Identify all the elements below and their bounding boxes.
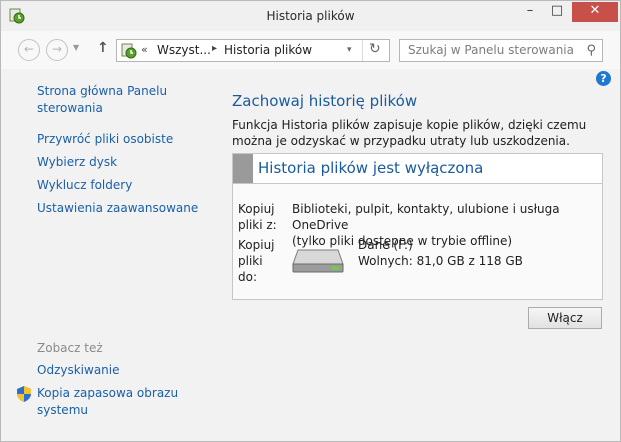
search-input[interactable]: Szukaj w Panelu sterowania — [408, 43, 574, 57]
navigation-bar: ← → ▼ ↑ « Wszyst... ▸ Historia plików ▾ … — [1, 31, 620, 69]
sidebar-control-panel-home[interactable]: Strona główna Panelu sterowania — [37, 83, 167, 117]
search-icon[interactable]: ⚲ — [586, 43, 596, 58]
address-overflow[interactable]: « — [141, 43, 148, 56]
sidebar-item-restore-files[interactable]: Przywróć pliki osobiste — [37, 131, 173, 148]
breadcrumb-separator[interactable]: ▸ — [212, 43, 217, 54]
drive-info: Dane (F:) Wolnych: 81,0 GB z 118 GB — [358, 237, 523, 269]
address-divider — [362, 40, 363, 61]
copy-to-label-line3: do: — [238, 270, 258, 284]
copy-to-label-line2: pliki — [238, 254, 263, 268]
sidebar-item-recovery[interactable]: Odzyskiwanie — [37, 362, 120, 379]
copy-from-label: Kopiuj pliki z: — [238, 201, 277, 233]
recent-dropdown-icon[interactable]: ▼ — [73, 43, 79, 52]
minimize-button[interactable]: – — [516, 2, 544, 22]
sidebar-item-system-image-backup[interactable]: Kopia zapasowa obrazu systemu — [37, 385, 178, 419]
copy-from-label-line2: pliki z: — [238, 218, 277, 232]
copy-to-label: Kopiuj pliki do: — [238, 237, 275, 285]
status-title: Historia plików jest wyłączona — [258, 159, 484, 177]
drive-icon — [292, 249, 344, 273]
page-description: Funkcja Historia plików zapisuje kopie p… — [232, 118, 587, 148]
address-dropdown-icon[interactable]: ▾ — [347, 45, 352, 55]
shield-icon — [17, 386, 31, 402]
address-bar[interactable]: « Wszyst... ▸ Historia plików ▾ ↻ — [116, 39, 390, 62]
status-panel: Historia plików jest wyłączona Kopiuj pl… — [232, 153, 603, 300]
up-arrow-icon[interactable]: ↑ — [97, 40, 109, 56]
status-indicator-bar — [233, 154, 253, 183]
sidebar-item-exclude-folders[interactable]: Wyklucz foldery — [37, 177, 132, 194]
close-button[interactable]: ✕ — [572, 2, 618, 22]
sidebar-backup-line1[interactable]: Kopia zapasowa obrazu — [37, 385, 178, 402]
refresh-icon[interactable]: ↻ — [369, 41, 381, 57]
search-box[interactable]: Szukaj w Panelu sterowania ⚲ — [399, 39, 603, 62]
copy-from-label-line1: Kopiuj — [238, 202, 275, 216]
file-history-window: Historia plików – □ ✕ ← → ▼ ↑ « Wszyst..… — [0, 0, 621, 442]
drive-name: Dane (F:) — [358, 238, 413, 252]
breadcrumb-control-panel[interactable]: Wszyst... — [157, 43, 211, 57]
forward-arrow-icon[interactable]: → — [46, 39, 68, 61]
help-icon[interactable]: ? — [596, 71, 611, 86]
copy-from-value-line1: Biblioteki, pulpit, kontakty, ulubione i… — [292, 202, 560, 232]
sidebar-home-line1[interactable]: Strona główna Panelu — [37, 83, 167, 100]
sidebar-item-select-drive[interactable]: Wybierz dysk — [37, 154, 117, 171]
maximize-button[interactable]: □ — [543, 2, 571, 22]
file-history-icon — [121, 43, 137, 59]
copy-to-label-line1: Kopiuj — [238, 238, 275, 252]
sidebar-backup-line2[interactable]: systemu — [37, 402, 178, 419]
status-panel-header: Historia plików jest wyłączona — [233, 154, 602, 184]
page-title: Zachowaj historię plików — [232, 92, 418, 110]
back-arrow-icon[interactable]: ← — [18, 39, 40, 61]
breadcrumb-file-history[interactable]: Historia plików — [224, 43, 312, 57]
sidebar-item-advanced-settings[interactable]: Ustawienia zaawansowane — [37, 200, 198, 217]
enable-button[interactable]: Włącz — [528, 307, 602, 329]
see-also-heading: Zobacz też — [37, 341, 103, 355]
title-bar[interactable]: Historia plików – □ ✕ — [1, 1, 620, 31]
sidebar-home-line2[interactable]: sterowania — [37, 100, 167, 117]
drive-free-space: Wolnych: 81,0 GB z 118 GB — [358, 254, 523, 268]
